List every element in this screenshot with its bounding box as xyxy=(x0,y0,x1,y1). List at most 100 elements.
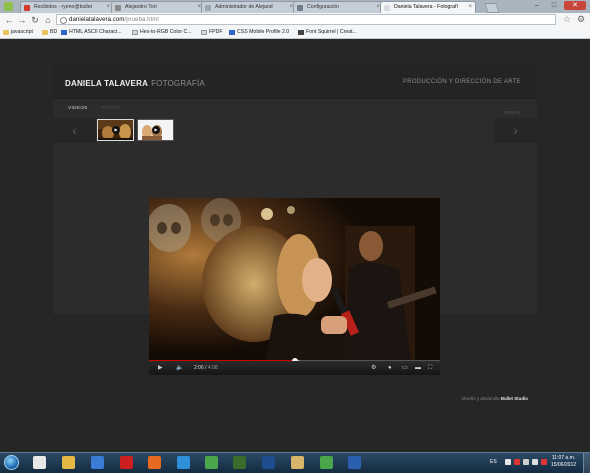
reload-icon[interactable]: ↻ xyxy=(29,14,41,26)
photoshop-icon[interactable] xyxy=(262,456,275,469)
footer-credit: Diseño y desarrollo Bullet Studio xyxy=(462,396,528,401)
tab-fotos[interactable]: FOTOS xyxy=(102,105,120,110)
site-tagline: PRODUCCIÓN Y DIRECCIÓN DE ARTE xyxy=(402,79,521,85)
back-link[interactable]: ATRAS xyxy=(504,110,521,115)
page-icon xyxy=(384,5,390,11)
close-tab-icon[interactable]: × xyxy=(106,2,110,13)
language-indicator[interactable]: ES xyxy=(490,459,497,465)
site-header: DANIELA TALAVERA FOTOGRAFÍA PRODUCCIÓN Y … xyxy=(53,65,537,99)
firefox-icon[interactable] xyxy=(148,456,161,469)
volume-icon[interactable]: 🔈 xyxy=(176,364,183,372)
bookmark-label: BD xyxy=(50,29,58,35)
play-icon[interactable]: ▶ xyxy=(158,364,163,372)
clock-date: 15/06/2012 xyxy=(551,462,577,468)
settings-gear-icon[interactable]: ⚙ xyxy=(371,364,376,372)
tray-arrow-icon[interactable] xyxy=(505,459,511,465)
apps-icon[interactable] xyxy=(4,2,13,11)
new-tab-button[interactable] xyxy=(484,3,500,13)
play-icon: ▶ xyxy=(152,126,160,134)
bookmark-label: CSS Mobile Profile 2.0 xyxy=(237,29,290,35)
close-tab-icon[interactable]: × xyxy=(468,2,472,13)
chrome-icon[interactable] xyxy=(205,456,218,469)
network-icon[interactable] xyxy=(523,459,529,465)
browser-tab[interactable]: Administrador de Alejand × xyxy=(201,1,297,13)
close-window-button[interactable]: ✕ xyxy=(564,1,586,10)
video-thumbnail-1[interactable]: ▶ xyxy=(97,119,134,141)
excel-icon[interactable] xyxy=(33,456,46,469)
maximize-button[interactable]: □ xyxy=(546,1,562,10)
large-player-icon[interactable]: ▬ xyxy=(415,364,421,372)
tray-alert-icon[interactable] xyxy=(541,459,547,465)
explorer-folder-icon[interactable] xyxy=(62,456,75,469)
dreamweaver-icon[interactable] xyxy=(233,456,246,469)
clock[interactable]: 11:07 a.m. 15/06/2012 xyxy=(551,455,576,469)
folder-icon xyxy=(3,30,9,35)
browser-toolbar: ← → ↻ ⌂ danielatalavera.com/prueba.html xyxy=(0,13,590,27)
word-icon[interactable] xyxy=(348,456,361,469)
bookmark-item[interactable]: FPDF xyxy=(201,27,223,38)
bookmark-label: javascript xyxy=(11,29,33,35)
bookmark-item[interactable]: CSS Mobile Profile 2.0 xyxy=(229,27,289,38)
chrome-icon[interactable] xyxy=(320,456,333,469)
back-arrow-icon[interactable]: ← xyxy=(3,14,15,26)
wrench-icon xyxy=(297,5,303,11)
bookmark-label: Font Squirrel | Creat... xyxy=(306,29,357,35)
media-player-icon[interactable] xyxy=(91,456,104,469)
url-path: /prueba.html xyxy=(124,16,159,23)
minimize-button[interactable]: – xyxy=(529,1,545,10)
video-thumbnail-2[interactable]: ▶ xyxy=(137,119,174,141)
next-arrow-button[interactable]: › xyxy=(494,118,537,143)
browser-tab[interactable]: Recibidos - ryeno@bullet × xyxy=(20,1,114,13)
page-icon xyxy=(205,5,211,11)
youtube-logo-icon[interactable]: ● xyxy=(388,364,392,372)
video-player[interactable]: ▶ 🔈 2:06 / 4:08 ⚙ ● ▭ ▬ ⛶ xyxy=(149,198,440,375)
fullscreen-icon[interactable]: ⛶ xyxy=(428,364,432,372)
browser-tab[interactable]: Daniela Talavera - Fotografí × xyxy=(380,1,476,13)
person-icon xyxy=(115,5,121,11)
credit-prefix: Diseño y desarrollo xyxy=(462,396,500,401)
folder-icon xyxy=(42,30,48,35)
bookmark-label: Hex-to-RGB Color C... xyxy=(140,29,192,35)
player-controls xyxy=(149,361,440,375)
bookmark-icon xyxy=(61,30,67,35)
volume-tray-icon[interactable] xyxy=(532,459,538,465)
bookmark-item[interactable]: Hex-to-RGB Color C... xyxy=(132,27,192,38)
tab-strip: Recibidos - ryeno@bullet × Alejandro Tori ×… xyxy=(0,0,590,13)
current-time: 2:06 xyxy=(194,365,204,371)
tab-label: Daniela Talavera - Fotografí xyxy=(394,4,458,10)
address-bar[interactable]: danielatalavera.com/prueba.html xyxy=(56,14,556,25)
play-icon: ▶ xyxy=(112,126,120,134)
tab-label: Alejandro Tori xyxy=(125,4,157,10)
browser-tab[interactable]: Configuración × xyxy=(293,1,384,13)
internet-explorer-icon[interactable] xyxy=(177,456,190,469)
bookmark-item[interactable]: Font Squirrel | Creat... xyxy=(298,27,357,38)
tab-label: Administrador de Alejand xyxy=(215,4,273,10)
wrench-menu-icon[interactable]: ⚙ xyxy=(577,14,585,25)
url-host: danielatalavera.com xyxy=(69,16,125,23)
start-button[interactable] xyxy=(4,455,19,470)
forward-arrow-icon[interactable]: → xyxy=(16,14,28,26)
windows-explorer-icon[interactable] xyxy=(291,456,304,469)
show-desktop-button[interactable] xyxy=(583,453,590,473)
bookmark-label: FPDF xyxy=(209,29,223,35)
tab-videos[interactable]: VIDEOS xyxy=(68,105,88,110)
brand-subtitle: FOTOGRAFÍA xyxy=(151,79,205,88)
credit-studio-link[interactable]: Bullet Studio xyxy=(501,396,528,401)
bookmark-item[interactable]: HTML ASCII Charact... xyxy=(61,27,122,38)
tab-label: Configuración xyxy=(307,4,340,10)
bookmark-icon xyxy=(201,30,207,35)
clock-time: 11:07 a.m. xyxy=(551,455,576,461)
gmail-icon xyxy=(24,5,30,11)
prev-arrow-button[interactable]: ‹ xyxy=(53,118,96,143)
bookmark-item[interactable]: BD xyxy=(42,27,57,38)
browser-tab[interactable]: Alejandro Tori × xyxy=(111,1,205,13)
video-frame xyxy=(149,198,440,361)
bookmark-item[interactable]: javascript xyxy=(3,27,33,38)
home-icon[interactable]: ⌂ xyxy=(42,14,54,26)
taskbar: ES 11:07 a.m. 15/06/2012 xyxy=(0,452,590,473)
bookmark-star-icon[interactable]: ☆ xyxy=(563,14,571,25)
tray-flag-icon[interactable] xyxy=(514,459,520,465)
site-logo[interactable]: DANIELA TALAVERA FOTOGRAFÍA xyxy=(65,79,205,88)
opera-icon[interactable] xyxy=(120,456,133,469)
small-player-icon[interactable]: ▭ xyxy=(402,364,408,372)
